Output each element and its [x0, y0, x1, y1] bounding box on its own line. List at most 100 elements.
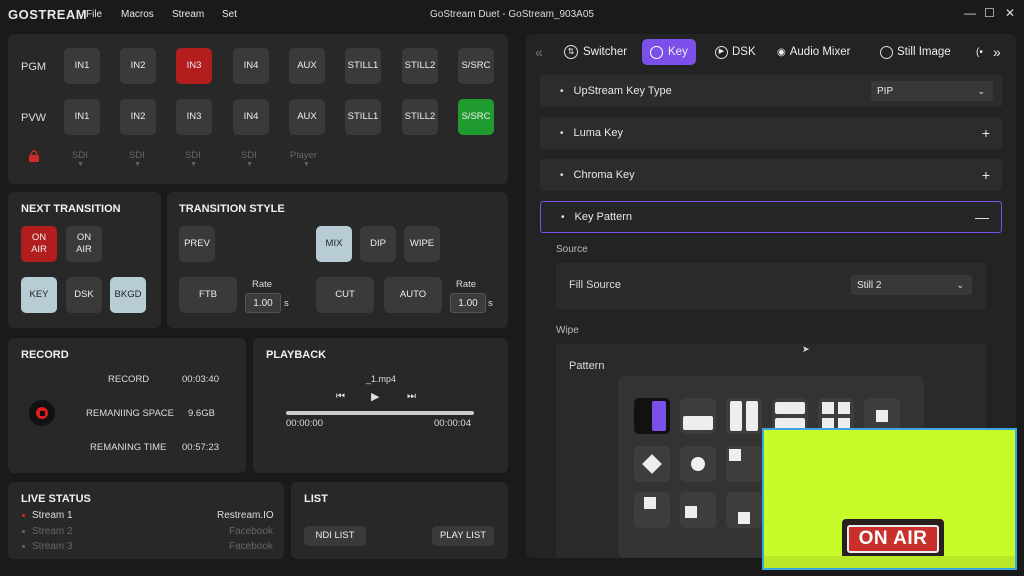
pvw-still2-button[interactable]: STILL2: [402, 99, 438, 135]
key-pattern-row[interactable]: • Key Pattern —: [540, 201, 1002, 233]
pvw-still1-button[interactable]: STILL1: [345, 99, 381, 135]
on-air-button-1[interactable]: ON AIR: [21, 226, 57, 262]
pgm-in3-button[interactable]: IN3: [176, 48, 212, 84]
source-select-2[interactable]: SDI: [129, 150, 145, 161]
pvw-in2-button[interactable]: IN2: [120, 99, 156, 135]
ndi-list-button[interactable]: NDI LIST: [304, 526, 366, 546]
switcher-icon: ⇅: [564, 45, 578, 59]
pvw-aux-button[interactable]: AUX: [289, 99, 325, 135]
stream-1-platform: Restream.IO: [217, 510, 274, 521]
source-select-5[interactable]: Player: [290, 150, 317, 161]
rate-input-2[interactable]: 1.00: [450, 293, 486, 313]
bullet-icon: •: [560, 85, 564, 97]
source-select-3[interactable]: SDI: [185, 150, 201, 161]
more-tabs-icon[interactable]: (•: [976, 39, 983, 65]
stream-status-dot: [22, 514, 25, 517]
pgm-in1-button[interactable]: IN1: [64, 48, 100, 84]
pattern-square-bottom[interactable]: [726, 492, 762, 528]
bullet-icon: •: [560, 169, 564, 181]
playback-file-name: _1.mp4: [366, 374, 397, 384]
pattern-square-top-left[interactable]: [634, 492, 670, 528]
scroll-right-icon[interactable]: »: [993, 39, 1001, 65]
ftb-button[interactable]: FTB: [179, 277, 237, 313]
source-select-1[interactable]: SDI: [72, 150, 88, 161]
tab-audio-mixer-label: Audio Mixer: [789, 46, 851, 58]
pgm-aux-button[interactable]: AUX: [289, 48, 325, 84]
expand-icon[interactable]: +: [982, 125, 990, 141]
transition-style-title: TRANSITION STYLE: [179, 203, 285, 215]
pattern-vertical-split[interactable]: [726, 398, 762, 434]
pattern-diamond[interactable]: [634, 446, 670, 482]
tab-still-image[interactable]: Still Image: [880, 39, 951, 65]
stream-status-dot: [22, 530, 25, 533]
mix-button[interactable]: MIX: [316, 226, 352, 262]
source-select-4[interactable]: SDI: [241, 150, 257, 161]
previous-track-icon[interactable]: ⏮: [336, 391, 345, 402]
expand-icon[interactable]: +: [982, 167, 990, 183]
pvw-in3-button[interactable]: IN3: [176, 99, 212, 135]
collapse-icon[interactable]: —: [975, 209, 989, 225]
dsk-button[interactable]: DSK: [66, 277, 102, 313]
dip-button[interactable]: DIP: [360, 226, 396, 262]
pvw-in4-button[interactable]: IN4: [233, 99, 269, 135]
pgm-ssrc-button[interactable]: S/SRC: [458, 48, 494, 84]
tab-switcher[interactable]: ⇅ Switcher: [564, 39, 627, 65]
prev-button[interactable]: PREV: [179, 226, 215, 262]
cut-button[interactable]: CUT: [316, 277, 374, 313]
tab-audio-mixer[interactable]: ◉ Audio Mixer: [777, 39, 850, 65]
chroma-key-row[interactable]: • Chroma Key +: [540, 159, 1002, 191]
pattern-circle[interactable]: [680, 446, 716, 482]
luma-key-row[interactable]: • Luma Key +: [540, 117, 1002, 149]
bkgd-button[interactable]: BKGD: [110, 277, 146, 313]
list-title: LIST: [304, 493, 328, 505]
rate-unit-2: s: [488, 298, 493, 309]
fill-source-value: Still 2: [857, 279, 882, 291]
next-track-icon[interactable]: ⏭: [407, 391, 416, 402]
rate-label-2: Rate: [456, 279, 477, 290]
minimize-icon[interactable]: —: [964, 6, 976, 20]
audio-mixer-icon: ◉: [777, 46, 786, 58]
key-button[interactable]: KEY: [21, 277, 57, 313]
mouse-cursor: ➤: [802, 344, 810, 354]
upstream-key-type-select[interactable]: PIP ⌄: [871, 81, 993, 101]
fill-source-select[interactable]: Still 2 ⌄: [851, 275, 972, 295]
record-button[interactable]: [29, 400, 55, 426]
pattern-left-right[interactable]: [634, 398, 670, 434]
pattern-corner-top-left[interactable]: [726, 446, 762, 482]
rate-unit-1: s: [284, 298, 289, 309]
lock-icon[interactable]: [28, 150, 40, 162]
stream-3-name: Stream 3: [32, 541, 73, 552]
next-transition-panel: NEXT TRANSITION ON AIR ON AIR KEY DSK BKGD: [8, 192, 161, 328]
wipe-button[interactable]: WIPE: [404, 226, 440, 262]
scroll-left-icon[interactable]: «: [535, 39, 543, 65]
record-time-value: 00:03:40: [182, 374, 219, 385]
remaining-time-label: REMANING TIME: [90, 442, 167, 453]
rate-input-1[interactable]: 1.00: [245, 293, 281, 313]
playback-title: PLAYBACK: [266, 349, 327, 361]
pgm-in4-button[interactable]: IN4: [233, 48, 269, 84]
playback-progress-bar[interactable]: [286, 411, 474, 415]
rate-label-1: Rate: [252, 279, 273, 290]
play-icon[interactable]: ▶: [371, 390, 379, 403]
pattern-square-bottom-left[interactable]: [680, 492, 716, 528]
pvw-in1-button[interactable]: IN1: [64, 99, 100, 135]
play-list-button[interactable]: PLAY LIST: [432, 526, 494, 546]
tab-dsk[interactable]: ▶ DSK: [715, 39, 756, 65]
pgm-still1-button[interactable]: STILL1: [345, 48, 381, 84]
remaining-space-value: 9.6GB: [188, 408, 215, 419]
auto-button[interactable]: AUTO: [384, 277, 442, 313]
upstream-key-type-label: UpStream Key Type: [573, 85, 672, 97]
close-icon[interactable]: ✕: [1005, 6, 1015, 20]
on-air-button-2[interactable]: ON AIR: [66, 226, 102, 262]
pvw-ssrc-button[interactable]: S/SRC: [458, 99, 494, 135]
still-image-icon: [880, 45, 893, 59]
maximize-icon[interactable]: ☐: [984, 6, 995, 20]
upstream-key-type-value: PIP: [877, 85, 894, 97]
pattern-top-bottom[interactable]: [680, 398, 716, 434]
tab-key[interactable]: Key: [642, 39, 696, 65]
pgm-in2-button[interactable]: IN2: [120, 48, 156, 84]
pgm-still2-button[interactable]: STILL2: [402, 48, 438, 84]
remaining-time-value: 00:57:23: [182, 442, 219, 453]
playback-panel: PLAYBACK _1.mp4 ⏮ ▶ ⏭ 00:00:00 00:00:04: [253, 338, 508, 473]
stream-3-platform: Facebook: [229, 541, 273, 552]
